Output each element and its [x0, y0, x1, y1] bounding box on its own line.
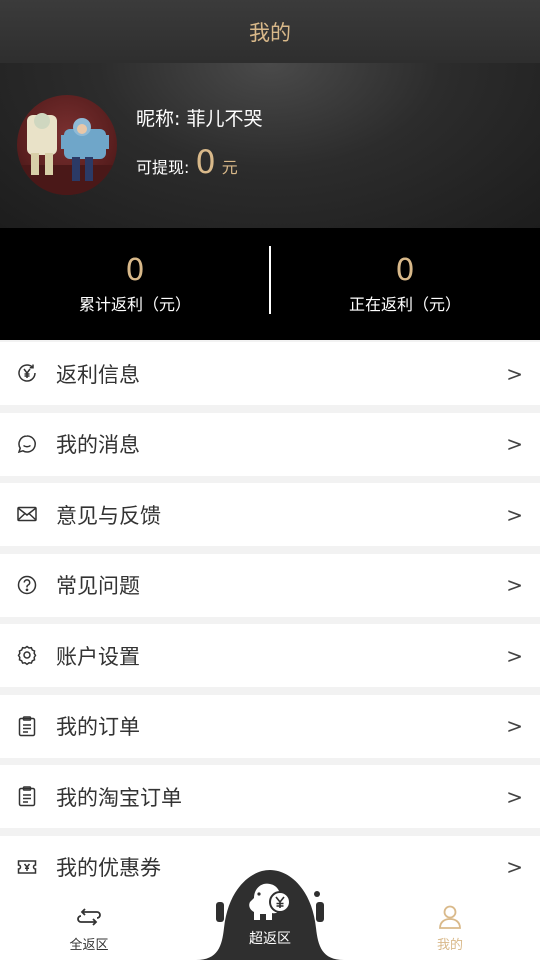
cumulative-rebate-value: 0: [125, 253, 145, 288]
stats-divider: [269, 246, 271, 314]
menu-item-label: 意见与反馈: [56, 503, 161, 528]
chevron-right-icon: >: [506, 573, 523, 597]
profile-header: 昵称: 菲儿不哭 可提现: 0 元: [0, 63, 540, 228]
menu-item-label: 账户设置: [56, 644, 140, 669]
chat-bubble-icon: [16, 433, 38, 455]
chevron-right-icon: >: [506, 855, 523, 879]
coupon-ticket-icon: [16, 856, 38, 878]
menu-item-taobao-orders[interactable]: 我的淘宝订单 >: [0, 765, 540, 828]
chevron-right-icon: >: [506, 361, 523, 386]
avatar-photo: [17, 113, 117, 195]
question-circle-icon: [16, 574, 38, 596]
clipboard-icon: [16, 715, 38, 737]
menu-item-label: 返利信息: [56, 362, 140, 387]
chevron-right-icon: >: [506, 432, 523, 456]
menu-list: 返利信息 > 我的消息 > 意见与反馈 > 常见问题 > 账户设置 > 我的订单…: [0, 342, 540, 906]
rebate-yen-icon: [16, 362, 38, 384]
withdraw-label: 可提现:: [136, 158, 190, 177]
swap-arrows-icon: [77, 908, 101, 926]
menu-item-label: 常见问题: [56, 574, 140, 598]
envelope-icon: [16, 503, 38, 525]
menu-item-my-messages[interactable]: 我的消息 >: [0, 412, 540, 476]
withdraw-amount: 0: [195, 143, 216, 181]
menu-item-label: 我的订单: [56, 715, 140, 739]
tab-super-rebate[interactable]: 超返区: [196, 868, 344, 960]
tab-mine[interactable]: 我的: [390, 896, 510, 960]
withdraw-unit: 元: [221, 158, 238, 177]
chevron-right-icon: >: [506, 784, 523, 809]
gear-icon: [16, 644, 38, 666]
menu-item-rebate-info[interactable]: 返利信息 >: [0, 342, 540, 405]
pending-rebate-value: 0: [395, 253, 415, 288]
chevron-right-icon: >: [506, 714, 523, 738]
nickname-row: 昵称: 菲儿不哭: [136, 104, 262, 131]
top-bar: 我的: [0, 0, 540, 63]
chevron-right-icon: >: [506, 502, 523, 527]
nickname-label: 昵称:: [136, 108, 181, 130]
menu-item-label: 我的消息: [56, 433, 140, 457]
rebate-stats: 0 累计返利（元） 0 正在返利（元）: [0, 228, 540, 340]
tab-label: 全返区: [69, 938, 109, 953]
person-icon: [439, 905, 461, 929]
menu-item-my-orders[interactable]: 我的订单 >: [0, 694, 540, 758]
chevron-right-icon: >: [506, 643, 523, 668]
tab-label: 超返区: [249, 931, 291, 947]
withdraw-row: 可提现: 0 元: [136, 143, 238, 181]
menu-item-faq[interactable]: 常见问题 >: [0, 553, 540, 617]
avatar[interactable]: [17, 95, 117, 195]
tab-label: 我的: [436, 938, 463, 953]
clipboard-icon: [16, 785, 38, 807]
tab-all-rebate[interactable]: 全返区: [29, 896, 149, 960]
menu-item-label: 我的淘宝订单: [56, 785, 182, 810]
menu-item-account-settings[interactable]: 账户设置 >: [0, 624, 540, 687]
nickname-value: 菲儿不哭: [186, 108, 263, 130]
page-title: 我的: [249, 20, 291, 45]
cumulative-rebate-label: 累计返利（元）: [78, 295, 191, 314]
cumulative-rebate-stat[interactable]: 0 累计返利（元）: [0, 253, 270, 315]
menu-item-label: 我的优惠券: [56, 856, 161, 880]
menu-item-feedback[interactable]: 意见与反馈 >: [0, 483, 540, 546]
pending-rebate-stat[interactable]: 0 正在返利（元）: [270, 253, 540, 315]
pending-rebate-label: 正在返利（元）: [348, 295, 461, 314]
